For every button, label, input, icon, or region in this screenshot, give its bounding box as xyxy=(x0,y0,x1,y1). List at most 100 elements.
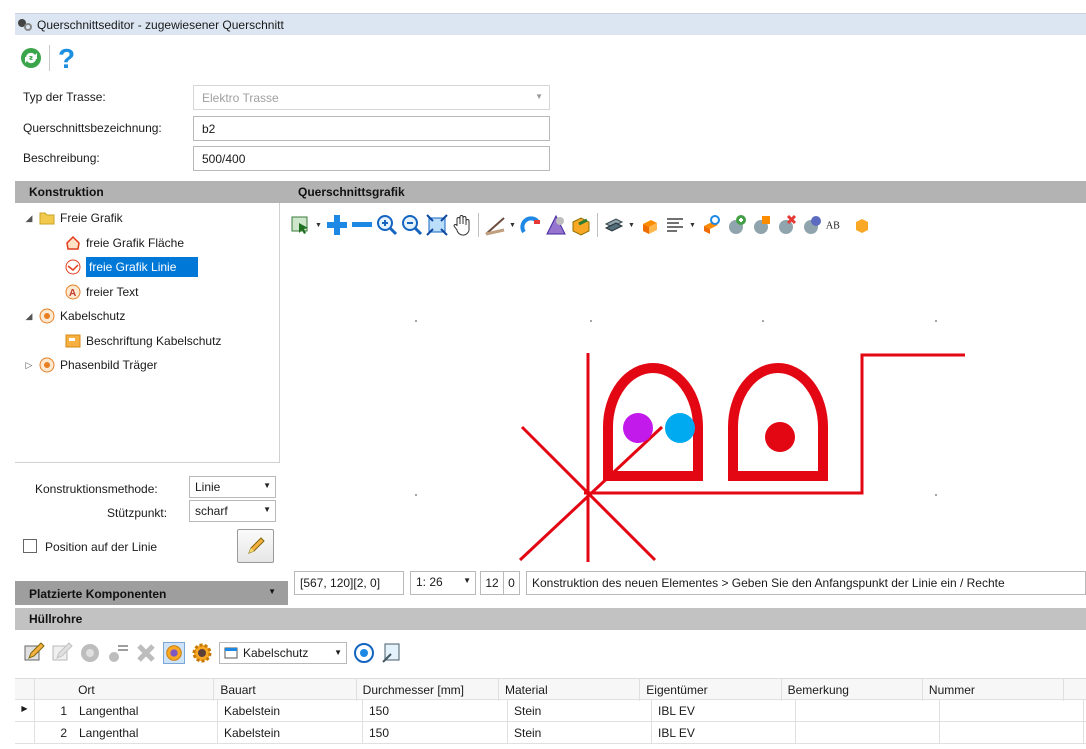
chevron-down-icon[interactable]: ▼ xyxy=(628,222,636,229)
cell-durchmesser[interactable]: 150 xyxy=(363,722,508,744)
tree-item-freie-grafik[interactable]: ◢ Freie Grafik xyxy=(23,207,123,229)
apply-button[interactable] xyxy=(237,529,274,563)
querschnitt-canvas[interactable] xyxy=(288,247,1086,567)
column-header-nummer[interactable]: Nummer xyxy=(923,679,1065,701)
window-titlebar: Querschnittseditor - zugewiesener Quersc… xyxy=(15,13,1086,35)
align-icon[interactable] xyxy=(664,214,686,236)
platzierte-komponenten-header[interactable]: Platzierte Komponenten ▼ xyxy=(15,581,288,605)
column-header-ort[interactable]: Ort xyxy=(72,679,215,701)
huellrohre-header: Hüllrohre xyxy=(15,608,1086,630)
column-header-bemerkung[interactable]: Bemerkung xyxy=(782,679,923,701)
column-header-filler xyxy=(1064,679,1086,701)
row-pointer-icon: ▶ xyxy=(15,700,35,722)
chevron-down-icon[interactable]: ▼ xyxy=(268,587,276,596)
chevron-down-icon[interactable]: ▼ xyxy=(315,222,323,229)
cell-bauart[interactable]: Kabelstein xyxy=(218,700,363,722)
kabelschutz-filter-select[interactable]: Kabelschutz ▼ xyxy=(219,642,347,664)
tree-item-label: freier Text xyxy=(86,285,139,299)
stuetzpunkt-select[interactable]: scharf ▼ xyxy=(189,500,276,522)
tree-item-phasenbild-traeger[interactable]: ▷ Phasenbild Träger xyxy=(23,354,157,376)
snap-magnet-icon[interactable] xyxy=(520,214,542,236)
remove-icon[interactable] xyxy=(351,214,373,236)
cell-nummer[interactable] xyxy=(940,700,1084,722)
package-icon[interactable] xyxy=(850,214,872,236)
tree-item-beschriftung-kabelschutz[interactable]: Beschriftung Kabelschutz xyxy=(61,330,221,352)
column-header-durchmesser[interactable]: Durchmesser [mm] xyxy=(357,679,499,701)
text-style-icon[interactable]: AB xyxy=(825,214,847,236)
cell-material[interactable]: Stein xyxy=(508,700,652,722)
tree-item-kabelschutz[interactable]: ◢ Kabelschutz xyxy=(23,305,125,327)
measure-icon[interactable] xyxy=(484,214,506,236)
cell-nummer[interactable] xyxy=(940,722,1084,744)
cable-blue xyxy=(665,413,695,443)
bezeichnung-value: b2 xyxy=(202,122,216,136)
column-header-eigentuemer[interactable]: Eigentümer xyxy=(640,679,782,701)
cell-durchmesser[interactable]: 150 xyxy=(363,700,508,722)
svg-text:A: A xyxy=(69,288,76,299)
pan-hand-icon[interactable] xyxy=(451,214,473,236)
bezeichnung-label: Querschnittsbezeichnung: xyxy=(23,121,162,135)
select-tool-icon[interactable] xyxy=(290,214,312,236)
gear-icon[interactable] xyxy=(191,642,213,664)
settings-icon[interactable] xyxy=(163,642,185,664)
chevron-down-icon[interactable]: ▼ xyxy=(689,222,697,229)
expand-icon[interactable]: ▷ xyxy=(23,360,35,371)
column-header-material[interactable]: Material xyxy=(499,679,641,701)
bezeichnung-input[interactable]: b2 xyxy=(193,116,550,141)
print-icon[interactable] xyxy=(381,642,403,664)
add-icon[interactable] xyxy=(326,214,348,236)
querschnittsgrafik-header: Querschnittsgrafik xyxy=(288,181,1086,203)
connect-component-icon[interactable] xyxy=(800,214,822,236)
cell-material[interactable]: Stein xyxy=(508,722,652,744)
cell-bemerkung[interactable] xyxy=(796,722,940,744)
insert-component-icon[interactable] xyxy=(639,214,661,236)
edit-list-icon[interactable] xyxy=(23,642,45,664)
cell-ort[interactable]: Langenthal xyxy=(73,722,218,744)
delete-component-icon[interactable] xyxy=(775,214,797,236)
cell-eigentuemer[interactable]: IBL EV xyxy=(652,722,796,744)
position-checkbox[interactable] xyxy=(23,539,37,553)
rotate-component-icon[interactable] xyxy=(700,214,722,236)
cable-purple xyxy=(623,413,653,443)
scale-select[interactable]: 1: 26 ▼ xyxy=(410,571,476,595)
cell-ort[interactable]: Langenthal xyxy=(73,700,218,722)
cell-bauart[interactable]: Kabelstein xyxy=(218,722,363,744)
tree-item-freie-grafik-linie[interactable]: freie Grafik Linie xyxy=(61,256,199,278)
konstruktionsmethode-select[interactable]: Linie ▼ xyxy=(189,476,276,498)
layer-icon[interactable] xyxy=(603,214,625,236)
beschreibung-value: 500/400 xyxy=(202,152,246,166)
zoom-extent-icon[interactable] xyxy=(426,214,448,236)
target-icon[interactable] xyxy=(353,642,375,664)
coords-readout: [567, 120][2, 0] xyxy=(294,571,404,595)
collapse-icon[interactable]: ◢ xyxy=(23,311,35,322)
tree-item-freie-grafik-flaeche[interactable]: freie Grafik Fläche xyxy=(61,232,184,254)
texture-icon[interactable] xyxy=(545,214,567,236)
status-message: Konstruktion des neuen Elementes > Geben… xyxy=(526,571,1086,595)
help-icon[interactable]: ? xyxy=(56,44,76,72)
position-label: Position auf der Linie xyxy=(45,540,158,554)
chevron-down-icon[interactable]: ▼ xyxy=(509,222,517,229)
beschreibung-input[interactable]: 500/400 xyxy=(193,146,550,171)
add-component-icon[interactable] xyxy=(725,214,747,236)
column-header-bauart[interactable]: Bauart xyxy=(214,679,357,701)
table-row[interactable]: 2 Langenthal Kabelstein 150 Stein IBL EV xyxy=(15,722,1086,744)
konstruktionsmethode-value: Linie xyxy=(195,480,221,494)
tree-item-freier-text[interactable]: A freier Text xyxy=(61,281,138,303)
chevron-down-icon: ▼ xyxy=(535,92,543,101)
zoom-in-icon[interactable] xyxy=(376,214,398,236)
chevron-down-icon: ▼ xyxy=(463,576,471,585)
refresh-icon[interactable] xyxy=(19,46,43,70)
export-icon[interactable] xyxy=(570,214,592,236)
polyline-icon xyxy=(65,259,81,275)
chevron-down-icon: ▼ xyxy=(334,648,342,657)
table-row[interactable]: ▶ 1 Langenthal Kabelstein 150 Stein IBL … xyxy=(15,700,1086,722)
row-header-cell xyxy=(15,722,35,744)
edit-component-icon[interactable] xyxy=(750,214,772,236)
cell-eigentuemer[interactable]: IBL EV xyxy=(652,700,796,722)
tree-item-label: freie Grafik Linie xyxy=(86,257,199,277)
grid-readout-2: 0 xyxy=(504,571,520,595)
zoom-out-icon[interactable] xyxy=(401,214,423,236)
cell-bemerkung[interactable] xyxy=(796,700,940,722)
querschnitt-drawing[interactable] xyxy=(288,247,1086,567)
collapse-icon[interactable]: ◢ xyxy=(23,213,35,224)
